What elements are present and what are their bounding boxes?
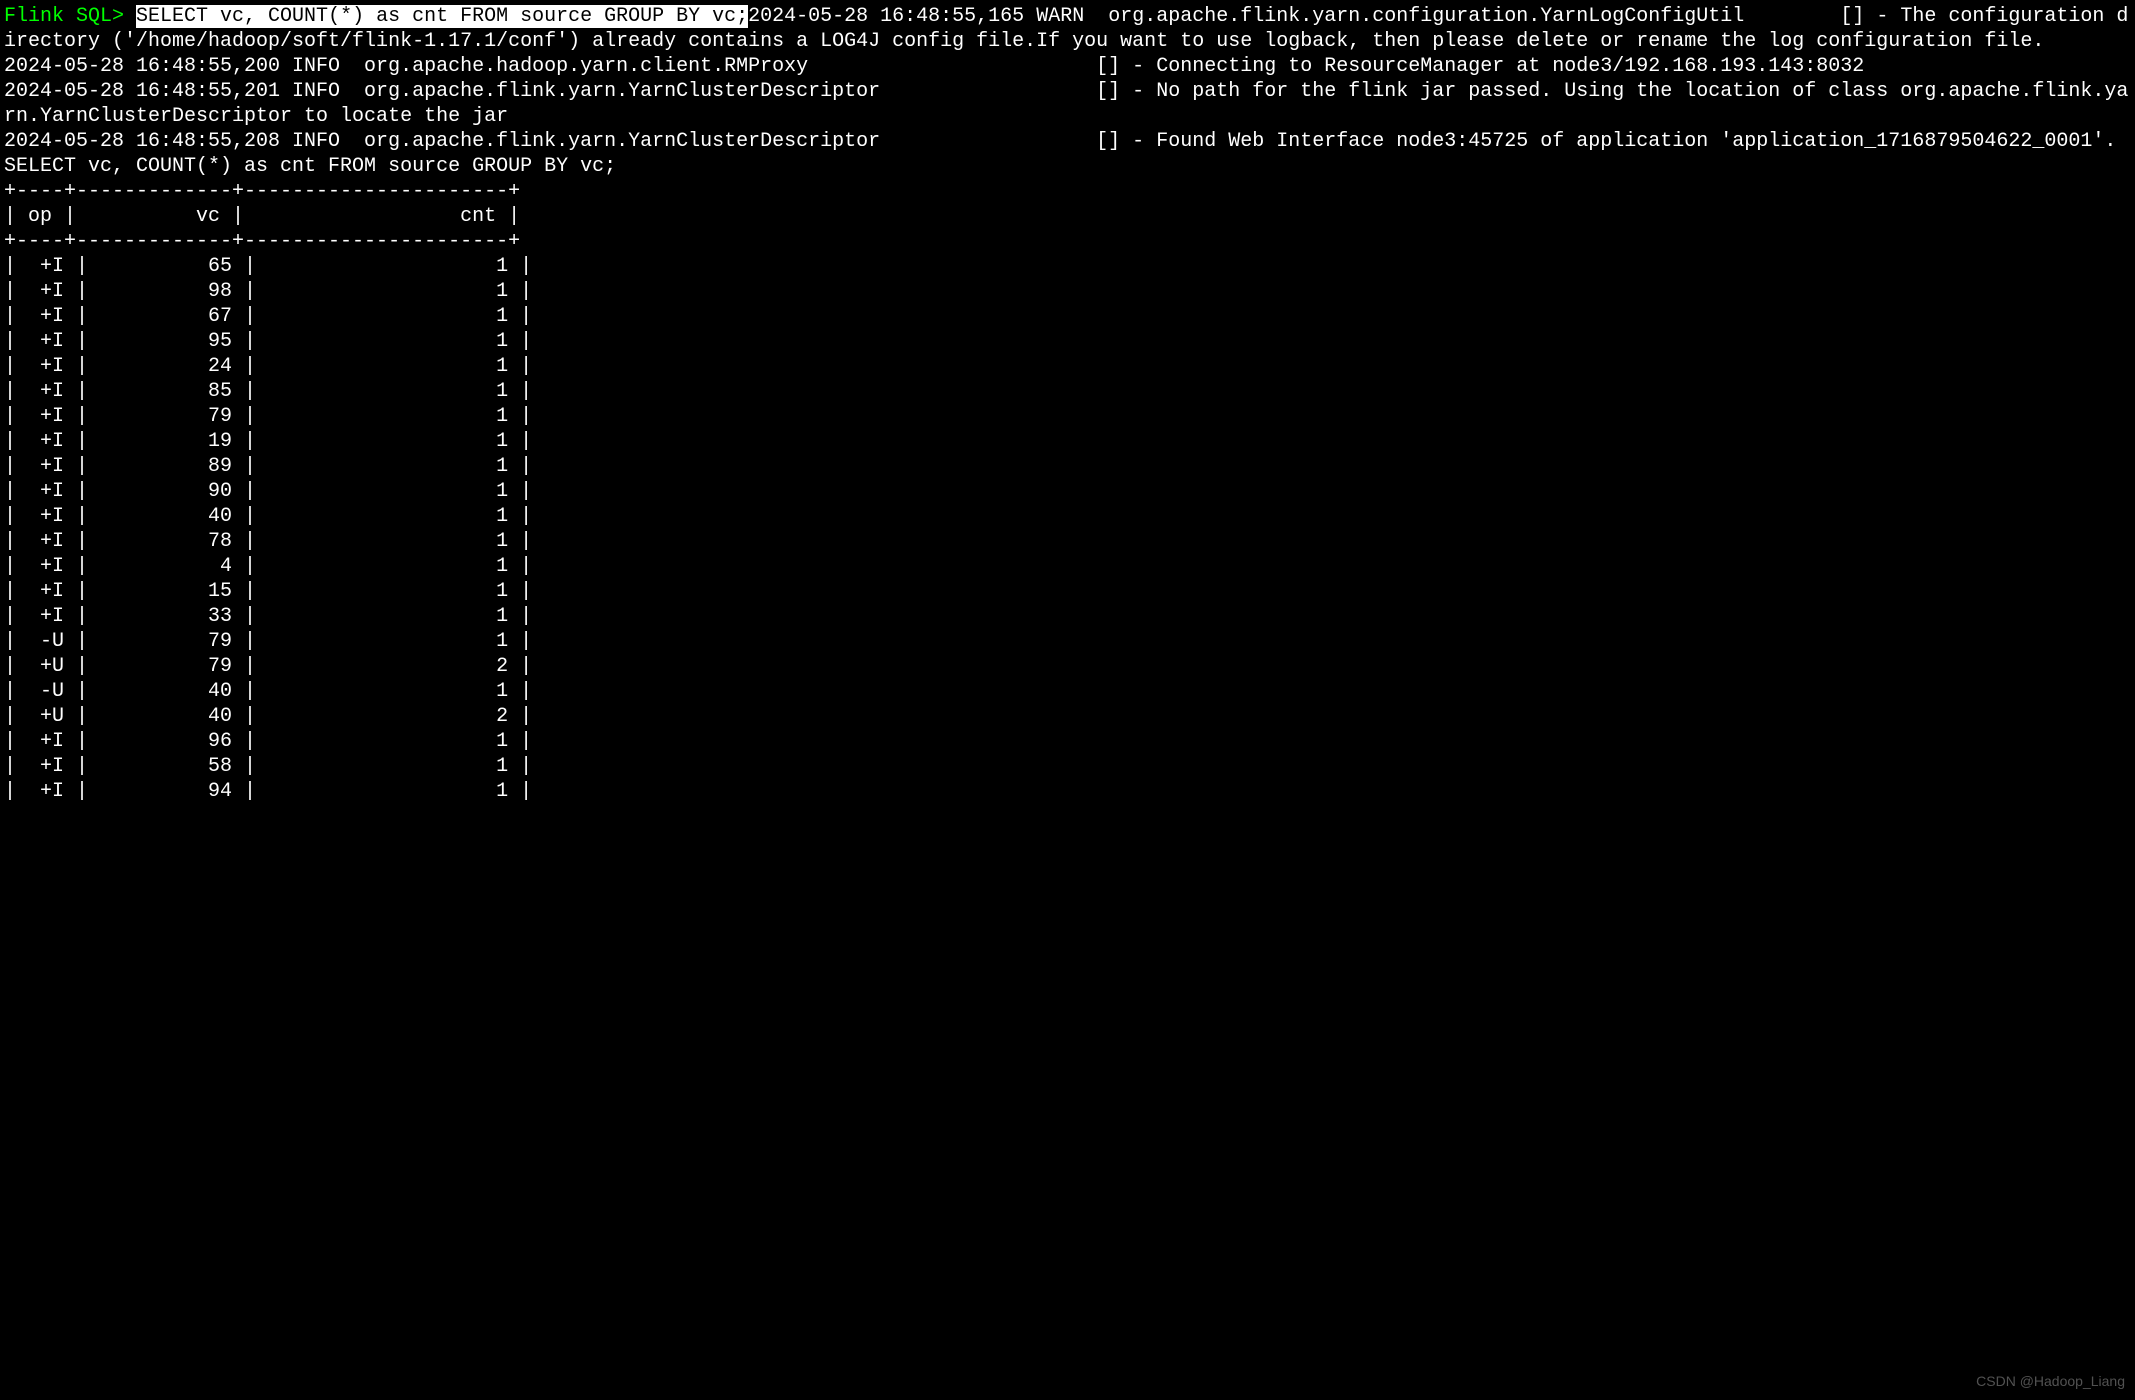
sql-command-highlighted: SELECT vc, COUNT(*) as cnt FROM source G…: [136, 5, 748, 28]
watermark-text: CSDN @Hadoop_Liang: [1976, 1369, 2125, 1394]
terminal-output[interactable]: Flink SQL> SELECT vc, COUNT(*) as cnt FR…: [4, 4, 2131, 804]
result-table: +----+-------------+--------------------…: [4, 179, 2131, 804]
echoed-sql: SELECT vc, COUNT(*) as cnt FROM source G…: [4, 155, 616, 178]
sql-prompt: Flink SQL>: [4, 5, 136, 28]
